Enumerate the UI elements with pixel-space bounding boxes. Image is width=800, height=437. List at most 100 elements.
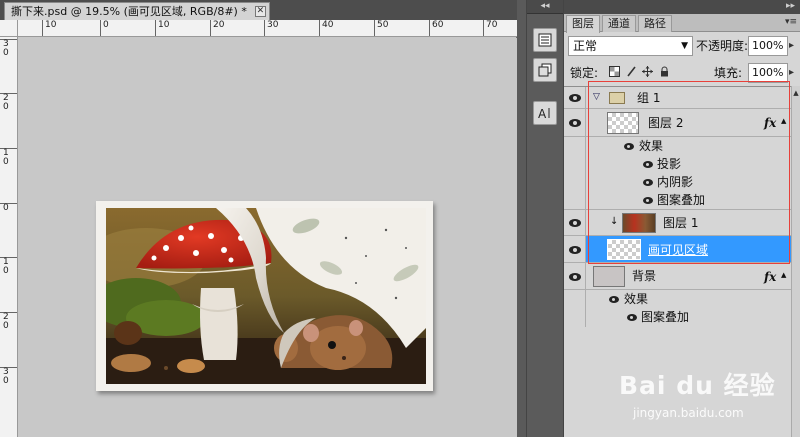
panel-dock: ◂◂ A [526, 0, 563, 437]
tab-paths[interactable]: 路径 [638, 15, 672, 32]
layer-row-group[interactable]: ▽ 组 1 [564, 87, 792, 109]
type-icon: A [538, 107, 550, 121]
layer-name: 图层 2 [648, 116, 684, 130]
expand-triangle-icon[interactable]: ▽ [593, 92, 600, 102]
fill-slider-arrow-icon[interactable]: ▸ [789, 63, 799, 83]
ruler-tick-label: 3 0 [0, 367, 17, 386]
effect-row[interactable]: 图案叠加 [564, 191, 792, 210]
layer-thumbnail [593, 266, 625, 287]
blend-mode-value: 正常 [573, 39, 598, 53]
lock-image-pixels-icon[interactable] [625, 66, 637, 78]
chevron-down-icon: ▼ [681, 41, 688, 51]
panel-tab-bar: 图层 通道 路径 ▾≡ [564, 14, 800, 33]
folder-icon [609, 92, 625, 104]
visibility-toggle[interactable] [564, 236, 586, 262]
layers-scrollbar[interactable]: ▲ [791, 86, 800, 437]
ruler-tick-label: 10 [42, 20, 56, 36]
empty-cell [564, 137, 586, 155]
close-icon[interactable]: ✕ [254, 6, 266, 17]
ruler-tick-label: 0 [0, 203, 17, 213]
layer-thumbnail [607, 239, 641, 260]
layer-thumbnail [607, 112, 639, 134]
empty-cell [564, 173, 586, 191]
stack-icon [538, 63, 552, 77]
layers-panel-icon[interactable] [533, 28, 557, 52]
eye-icon[interactable] [643, 179, 653, 186]
eye-icon [569, 273, 581, 281]
fill-input[interactable]: 100% [748, 63, 788, 83]
document-tab[interactable]: 撕下来.psd @ 19.5% (画可见区域, RGB/8#) * ✕ [4, 2, 270, 20]
channels-panel-icon[interactable] [533, 58, 557, 82]
layer-row-selected[interactable]: 画可见区域 [564, 236, 792, 263]
layer-row-clipped[interactable]: ↓ 图层 1 [564, 210, 792, 236]
layer-name[interactable]: 画可见区域 [648, 242, 708, 258]
eye-icon [569, 219, 581, 227]
ruler-tick-label: 70 [483, 20, 497, 36]
ruler-tick-label: 10 [155, 20, 169, 36]
eye-icon[interactable] [627, 314, 637, 321]
effects-header-row[interactable]: 效果 [564, 290, 792, 308]
fill-label: 填充: [714, 66, 743, 80]
tab-channels[interactable]: 通道 [602, 15, 636, 32]
eye-icon[interactable] [609, 296, 619, 303]
blend-mode-select[interactable]: 正常 ▼ [568, 36, 693, 56]
checkerboard-icon [608, 66, 620, 77]
document-tab-title: 撕下来.psd @ 19.5% (画可见区域, RGB/8#) * [11, 5, 247, 18]
fx-icon[interactable]: fx [764, 270, 776, 284]
document-window: 撕下来.psd @ 19.5% (画可见区域, RGB/8#) * ✕ 10 0… [0, 0, 517, 437]
opacity-slider-arrow-icon[interactable]: ▸ [789, 36, 799, 56]
layer-name: 背景 [632, 269, 657, 283]
visibility-toggle[interactable] [564, 87, 586, 108]
ruler-corner[interactable] [0, 20, 18, 37]
lock-all-icon[interactable] [658, 66, 670, 78]
dock-collapse-button[interactable]: ◂◂ [527, 0, 563, 14]
visibility-toggle[interactable] [564, 263, 586, 289]
effect-row[interactable]: 投影 [564, 155, 792, 173]
mushroom-mouse-image [106, 208, 426, 384]
ruler-tick-label: 20 [210, 20, 224, 36]
lock-label: 锁定: [570, 66, 599, 80]
effect-name: 内阴影 [657, 175, 694, 189]
scroll-up-icon[interactable]: ▲ [792, 88, 800, 98]
opacity-input[interactable]: 100% [748, 36, 788, 56]
canvas-image[interactable] [106, 208, 426, 384]
move-icon [641, 66, 653, 77]
collapse-effects-icon[interactable]: ▲ [781, 117, 786, 125]
panel-menu-icon[interactable]: ▾≡ [785, 17, 797, 29]
effects-label: 效果 [639, 139, 664, 153]
brush-icon [626, 66, 636, 77]
tab-layers[interactable]: 图层 [566, 15, 600, 33]
eye-icon [569, 246, 581, 254]
visibility-toggle[interactable] [564, 210, 586, 235]
layer-row[interactable]: 图层 2 fx ▲ [564, 109, 792, 137]
eye-icon[interactable] [643, 161, 653, 168]
ruler-tick-label: 30 [264, 20, 278, 36]
effect-row[interactable]: 图案叠加 [564, 308, 792, 327]
ruler-tick-label: 40 [319, 20, 333, 36]
effect-name: 投影 [657, 157, 682, 171]
eye-icon[interactable] [624, 143, 634, 150]
clipping-arrow-icon: ↓ [610, 216, 619, 227]
layer-row-background[interactable]: 背景 fx ▲ [564, 263, 792, 290]
lock-position-icon[interactable] [641, 66, 653, 78]
eye-icon[interactable] [643, 197, 653, 204]
horizontal-ruler[interactable]: 10 0 10 20 30 40 50 60 70 [18, 20, 517, 37]
effect-row[interactable]: 内阴影 [564, 173, 792, 191]
lock-transparent-pixels-icon[interactable] [608, 66, 620, 78]
effect-name: 图案叠加 [641, 310, 690, 324]
visibility-toggle[interactable] [564, 109, 586, 136]
document-tab-bar: 撕下来.psd @ 19.5% (画可见区域, RGB/8#) * ✕ [0, 0, 517, 20]
character-panel-icon[interactable]: A [533, 101, 557, 125]
ruler-tick-label: 0 [100, 20, 109, 36]
opacity-label: 不透明度: [696, 39, 749, 53]
layers-icon [538, 33, 552, 47]
panel-collapse-button[interactable]: ▸▸ [564, 0, 800, 14]
ruler-tick-label: 2 0 [0, 93, 17, 112]
padlock-icon [660, 66, 668, 77]
effects-header-row[interactable]: 效果 [564, 137, 792, 155]
vertical-ruler[interactable]: 3 0 2 0 1 0 0 1 0 2 0 3 0 [0, 37, 18, 437]
collapse-effects-icon[interactable]: ▲ [781, 271, 786, 279]
fx-icon[interactable]: fx [764, 116, 776, 130]
watermark-url: jingyan.baidu.com [633, 406, 744, 420]
ruler-tick-label: 1 0 [0, 257, 17, 276]
